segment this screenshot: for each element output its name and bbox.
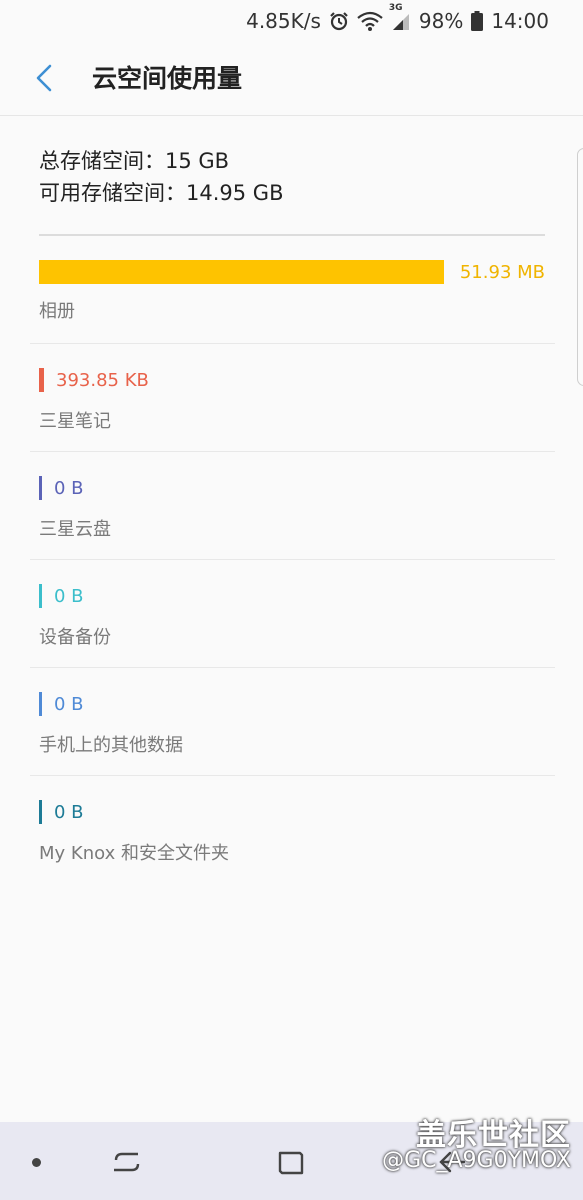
knox-usage-value: 0 B [54,801,84,823]
cloud-drive-label: 三星云盘 [39,519,111,540]
battery-percent: 98% [418,9,464,33]
usage-item-my-knox: 0 B My Knox 和安全文件夹 [39,799,555,865]
recent-apps-icon[interactable] [110,1148,144,1180]
cloud-drive-usage-bar [39,476,42,500]
usage-item-photos: 51.93 MB [39,259,545,285]
notes-usage-value: 393.85 KB [56,369,149,391]
divider [30,451,555,452]
usage-item-samsung-notes: 393.85 KB 三星笔记 [39,367,555,433]
divider [30,559,555,560]
photos-usage-bar [39,260,444,284]
alarm-icon [329,11,349,31]
network-speed: 4.85K/s [246,9,321,33]
dot-icon[interactable] [32,1158,41,1167]
knox-label: My Knox 和安全文件夹 [39,843,229,864]
network-type: 3G [388,3,403,13]
watermark-user: @GC_A9G0YMOX [382,1148,571,1173]
storage-summary: 总存储空间：15 GB 可用存储空间：14.95 GB [39,145,283,209]
backup-label: 设备备份 [39,627,111,648]
divider [30,343,555,344]
backup-usage-value: 0 B [54,585,84,607]
notes-usage-bar [39,368,44,392]
page-title: 云空间使用量 [92,64,243,93]
battery-icon [471,11,484,31]
photos-usage-value: 51.93 MB [459,261,545,283]
app-bar: 云空间使用量 [0,42,583,116]
back-button[interactable] [22,60,66,100]
signal-icon: 3G [389,3,411,31]
chevron-left-icon [35,64,53,96]
usage-item-samsung-cloud-drive: 0 B 三星云盘 [39,475,555,541]
home-icon[interactable] [276,1149,306,1181]
divider [30,667,555,668]
total-storage: 总存储空间：15 GB [39,149,230,173]
divider [30,775,555,776]
notes-label: 三星笔记 [39,411,111,432]
photos-label: 相册 [39,301,75,322]
other-data-label: 手机上的其他数据 [39,735,183,756]
clock: 14:00 [491,9,549,33]
knox-usage-bar [39,800,42,824]
status-bar: 4.85K/s 3G 98% 14:00 [0,0,583,42]
other-data-usage-bar [39,692,42,716]
other-data-usage-value: 0 B [54,693,84,715]
backup-usage-bar [39,584,42,608]
wifi-icon [357,11,383,31]
scrollbar[interactable] [577,148,583,386]
cloud-drive-usage-value: 0 B [54,477,84,499]
summary-divider [39,234,545,236]
usage-item-device-backup: 0 B 设备备份 [39,583,555,649]
available-storage: 可用存储空间：14.95 GB [39,181,284,205]
usage-item-other-data: 0 B 手机上的其他数据 [39,691,555,757]
